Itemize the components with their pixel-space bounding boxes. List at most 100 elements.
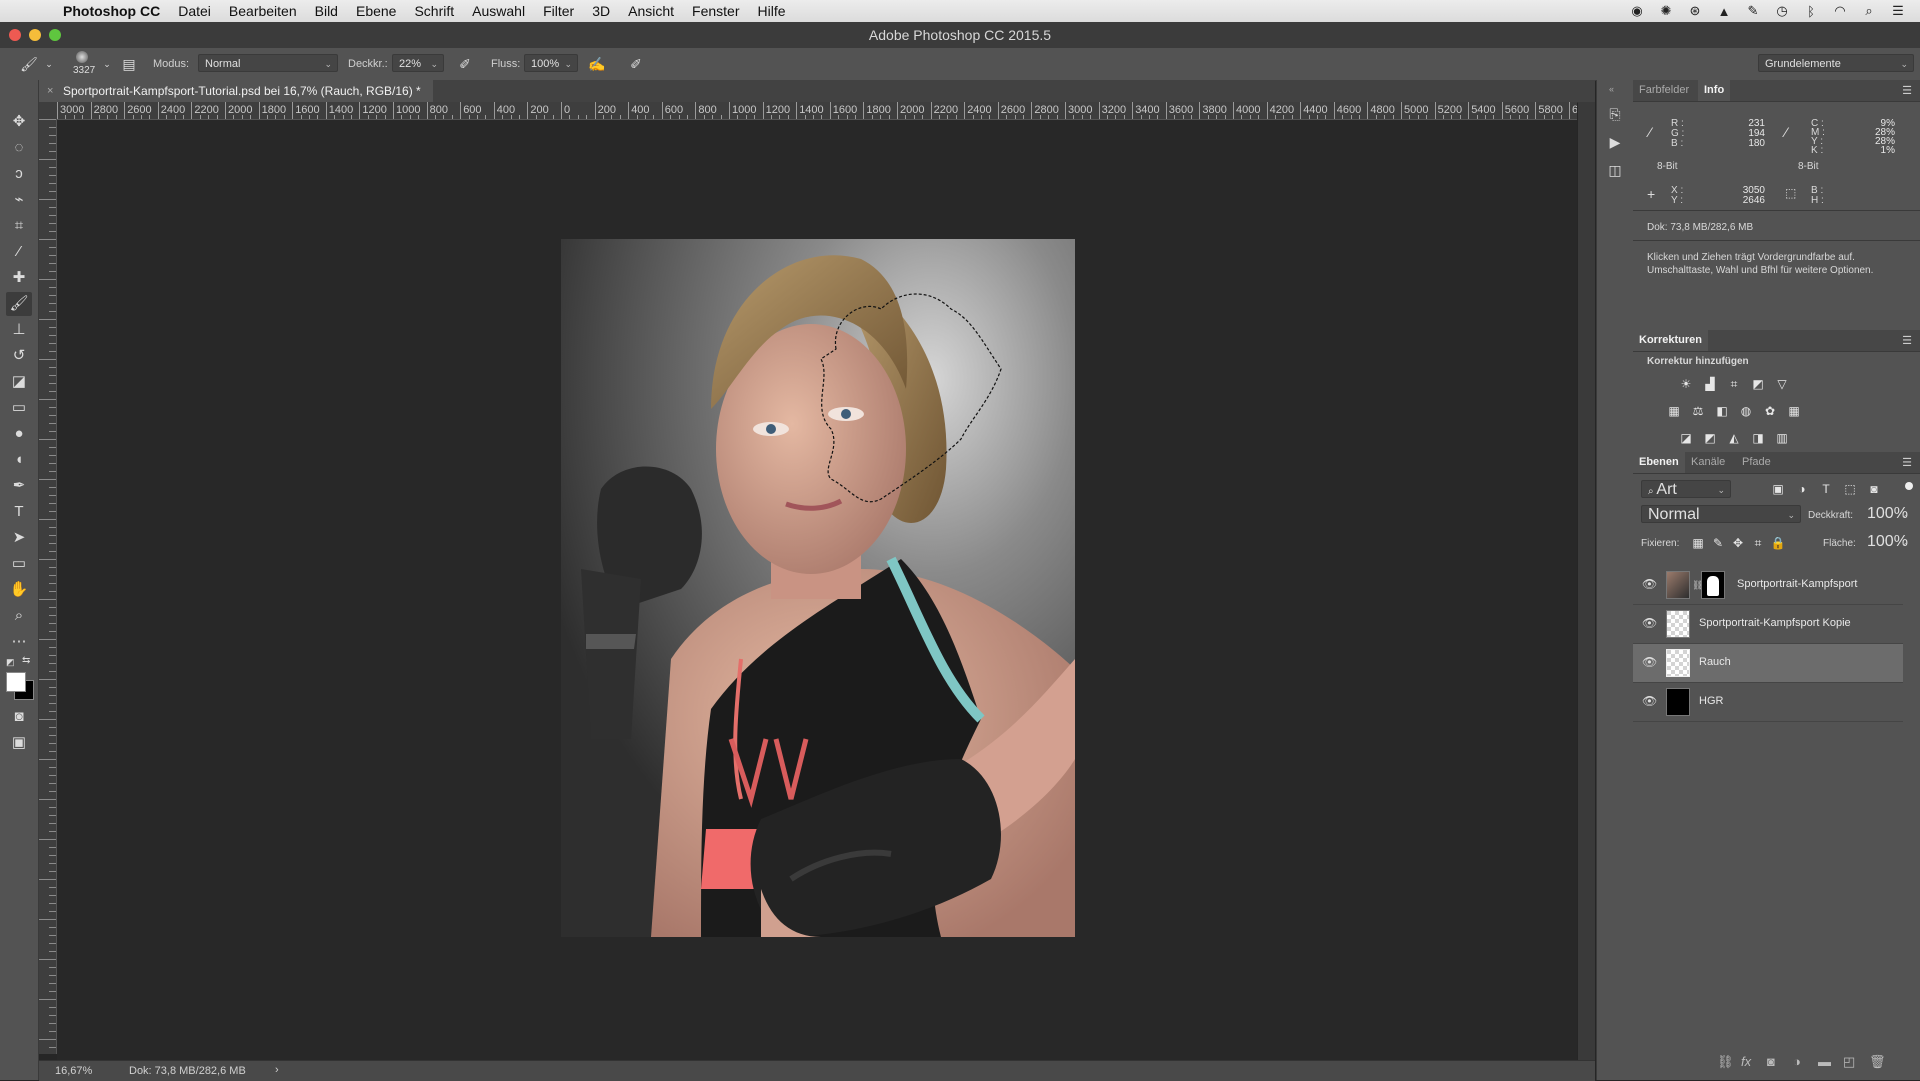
visibility-eye-icon[interactable]: 👁 xyxy=(1642,655,1657,669)
dodge-tool-icon[interactable]: ◖ xyxy=(6,448,32,472)
chevron-down-icon[interactable]: ⌄ xyxy=(98,55,116,73)
blur-tool-icon[interactable]: ● xyxy=(6,422,32,446)
menu-ansicht[interactable]: Ansicht xyxy=(619,0,683,22)
quick-selection-tool-icon[interactable]: ⌁ xyxy=(6,188,32,212)
flow-input[interactable]: 100% ⌄ xyxy=(524,54,578,72)
chevron-down-icon[interactable]: ⌄ xyxy=(40,55,58,73)
notification-list-icon[interactable]: ☰ xyxy=(1890,3,1906,19)
new-layer-icon[interactable]: ◰ xyxy=(1843,1054,1855,1070)
time-machine-icon[interactable]: ◷ xyxy=(1774,3,1790,19)
gradient-map-icon[interactable]: ▥ xyxy=(1774,431,1790,445)
menu-bearbeiten[interactable]: Bearbeiten xyxy=(220,0,306,22)
opacity-input[interactable]: 22% ⌄ xyxy=(392,54,444,72)
lock-position-icon[interactable]: ✥ xyxy=(1730,536,1746,550)
visibility-eye-icon[interactable]: 👁 xyxy=(1642,616,1657,630)
spotlight-search-icon[interactable]: ⌕ xyxy=(1861,3,1877,19)
tab-adjustments[interactable]: Korrekturen xyxy=(1633,330,1708,351)
menu-app-name[interactable]: Photoshop CC xyxy=(54,0,169,22)
filter-adjustment-icon[interactable]: ◑ xyxy=(1794,482,1810,496)
marquee-tool-icon[interactable]: ◌ xyxy=(6,136,32,160)
healing-brush-tool-icon[interactable]: ✚ xyxy=(6,266,32,290)
menu-ebene[interactable]: Ebene xyxy=(347,0,405,22)
zoom-level[interactable]: 16,67% xyxy=(55,1065,92,1077)
horizontal-ruler[interactable]: 3000 2800 2600 2400 2200 2000 1800 1600 1400 1200… xyxy=(57,102,1577,120)
new-adjustment-layer-icon[interactable]: ◑ xyxy=(1793,1054,1801,1069)
add-mask-icon[interactable]: ◙ xyxy=(1767,1054,1775,1069)
visibility-eye-icon[interactable]: 👁 xyxy=(1642,577,1657,591)
new-group-icon[interactable]: ▬ xyxy=(1818,1054,1831,1069)
gradient-tool-icon[interactable]: ▭ xyxy=(6,396,32,420)
pressure-opacity-icon[interactable]: ✐ xyxy=(456,55,474,73)
panel-menu-icon[interactable]: ☰ xyxy=(1902,84,1912,97)
curves-icon[interactable]: ⌗ xyxy=(1726,377,1742,391)
menu-bild[interactable]: Bild xyxy=(306,0,347,22)
pressure-size-icon[interactable]: ✐ xyxy=(627,55,645,73)
move-tool-icon[interactable]: ✥ xyxy=(6,110,32,134)
eraser-tool-icon[interactable]: ◪ xyxy=(6,370,32,394)
vertical-ruler[interactable] xyxy=(39,119,57,1054)
layer-row[interactable]: 👁 ⛓ Sportportrait-Kampfsport xyxy=(1633,566,1903,605)
lock-pixels-icon[interactable]: ✎ xyxy=(1710,536,1726,550)
lock-transparency-icon[interactable]: ▦ xyxy=(1690,536,1706,550)
link-layers-icon[interactable]: ⛓ xyxy=(1717,1054,1734,1070)
pen-tool-icon[interactable]: ✒ xyxy=(6,474,32,498)
color-balance-icon[interactable]: ⚖ xyxy=(1690,404,1706,418)
black-white-icon[interactable]: ◧ xyxy=(1714,404,1730,418)
rectangle-tool-icon[interactable]: ▭ xyxy=(6,552,32,576)
exposure-icon[interactable]: ◩ xyxy=(1750,377,1766,391)
layer-filter-select[interactable]: ⌕ Art ⌄ xyxy=(1641,480,1731,498)
filter-shape-icon[interactable]: ⬚ xyxy=(1842,482,1858,496)
vertical-scrollbar[interactable] xyxy=(1578,102,1595,1060)
panel-menu-icon[interactable]: ☰ xyxy=(1902,456,1912,469)
swap-colors-icon[interactable]: ⇆ xyxy=(22,655,32,666)
color-lookup-icon[interactable]: ▦ xyxy=(1786,404,1802,418)
close-tab-icon[interactable]: × xyxy=(47,80,53,102)
brush-tool-icon[interactable]: 🖌 xyxy=(6,292,32,316)
wifi-icon[interactable]: ◠ xyxy=(1832,3,1848,19)
menu-hilfe[interactable]: Hilfe xyxy=(749,0,795,22)
app-status-icon[interactable]: ✎ xyxy=(1745,3,1761,19)
layer-row-selected[interactable]: 👁 Rauch xyxy=(1633,644,1903,683)
filter-pixel-icon[interactable]: ▣ xyxy=(1770,482,1786,496)
quick-mask-icon[interactable]: ◙ xyxy=(6,705,32,729)
menu-filter[interactable]: Filter xyxy=(534,0,583,22)
screen-mode-icon[interactable]: ▣ xyxy=(6,731,32,755)
menu-auswahl[interactable]: Auswahl xyxy=(463,0,534,22)
delete-layer-icon[interactable]: 🗑 xyxy=(1869,1054,1886,1070)
clone-stamp-tool-icon[interactable]: ⊥ xyxy=(6,318,32,342)
brush-preview-icon[interactable] xyxy=(72,51,92,65)
document-tab[interactable]: × Sportportrait-Kampfsport-Tutorial.psd … xyxy=(39,80,433,102)
filter-toggle[interactable] xyxy=(1905,482,1913,490)
tab-swatches[interactable]: Farbfelder xyxy=(1633,80,1695,101)
selective-color-icon[interactable]: ◨ xyxy=(1750,431,1766,445)
history-panel-icon[interactable]: ⎘ xyxy=(1605,106,1625,126)
panel-menu-icon[interactable]: ☰ xyxy=(1902,334,1912,347)
invert-icon[interactable]: ◪ xyxy=(1678,431,1694,445)
tab-channels[interactable]: Kanäle xyxy=(1685,452,1731,473)
layer-mask-thumbnail[interactable] xyxy=(1701,571,1725,599)
menu-datei[interactable]: Datei xyxy=(169,0,220,22)
photo-filter-icon[interactable]: ◍ xyxy=(1738,404,1754,418)
lock-all-icon[interactable]: 🔒 xyxy=(1770,536,1786,550)
tab-layers[interactable]: Ebenen xyxy=(1633,452,1685,473)
ruler-origin[interactable] xyxy=(39,102,58,120)
brush-tool-preset-icon[interactable]: 🖌 xyxy=(20,55,38,73)
foreground-color-swatch[interactable] xyxy=(6,672,26,692)
airbrush-icon[interactable]: ✍ xyxy=(588,55,606,73)
path-selection-tool-icon[interactable]: ➤ xyxy=(6,526,32,550)
properties-panel-icon[interactable]: ◫ xyxy=(1605,162,1625,182)
lasso-tool-icon[interactable]: ↄ xyxy=(6,162,32,186)
vibrance-icon[interactable]: ▽ xyxy=(1774,377,1790,391)
eyedropper-tool-icon[interactable]: ⁄ xyxy=(6,240,32,264)
menu-3d[interactable]: 3D xyxy=(583,0,619,22)
actions-play-icon[interactable]: ▶ xyxy=(1605,134,1625,154)
levels-icon[interactable]: ▟ xyxy=(1702,377,1718,391)
hand-tool-icon[interactable]: ✋ xyxy=(6,578,32,602)
brush-panel-toggle-icon[interactable]: ▤ xyxy=(120,55,138,73)
lock-artboard-icon[interactable]: ⌗ xyxy=(1750,536,1766,550)
hue-saturation-icon[interactable]: ▦ xyxy=(1666,404,1682,418)
layer-row[interactable]: 👁 HGR xyxy=(1633,683,1903,722)
threshold-icon[interactable]: ◭ xyxy=(1726,431,1742,445)
record-icon[interactable]: ◉ xyxy=(1629,3,1645,19)
bluetooth-icon[interactable]: ᛒ xyxy=(1803,4,1819,19)
